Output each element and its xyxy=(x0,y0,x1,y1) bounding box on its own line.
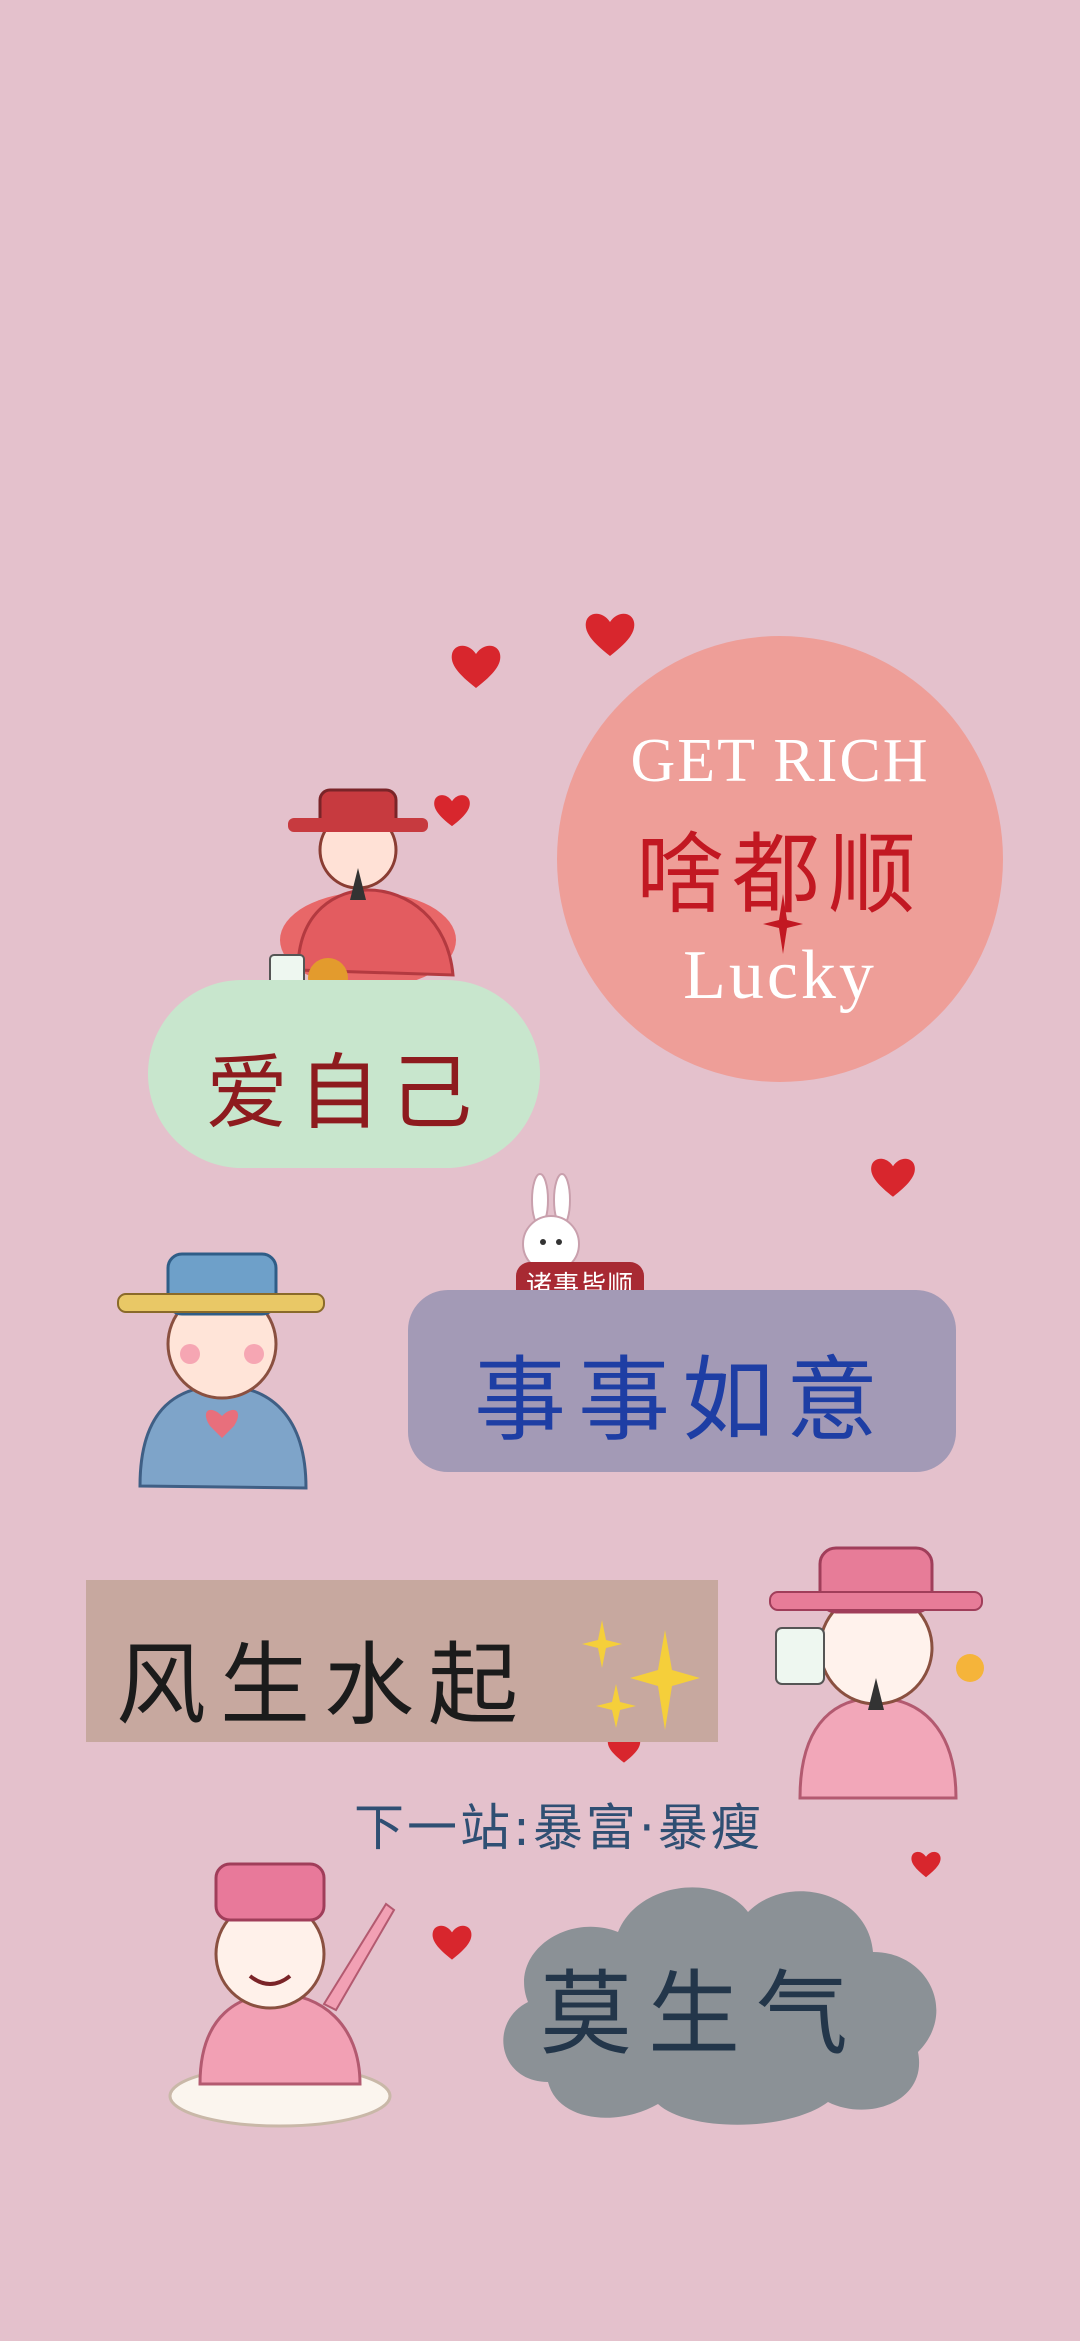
wealth-god-on-cloud-illustration xyxy=(168,1862,396,2128)
wealth-god-sitting-illustration xyxy=(269,788,456,998)
rabbit-illustration xyxy=(522,1173,580,1272)
get-rich-badge: GET RICH 啥都顺 Lucky xyxy=(557,636,1003,1082)
love-yourself-text: 爱自己 xyxy=(205,1046,482,1141)
heart-icon xyxy=(432,1925,472,1960)
wealth-god-pink-illustration xyxy=(769,1546,984,1800)
everything-as-wished-badge: 事事如意 xyxy=(408,1290,956,1472)
fengshui-text: 风生水起 xyxy=(116,1633,532,1738)
wealth-god-blue-robe-illustration xyxy=(117,1252,325,1490)
dont-be-angry-text: 莫生气 xyxy=(540,1961,865,2068)
heart-icon xyxy=(451,645,501,688)
sparkle-icon xyxy=(763,894,803,954)
heart-icon xyxy=(585,613,635,656)
everything-as-wished-text: 事事如意 xyxy=(473,1347,890,1454)
heart-icon xyxy=(871,1158,915,1197)
sparkle-icon xyxy=(582,1620,700,1730)
love-yourself-badge: 爱自己 xyxy=(148,980,540,1168)
badge-line-1: GET RICH xyxy=(630,727,930,795)
